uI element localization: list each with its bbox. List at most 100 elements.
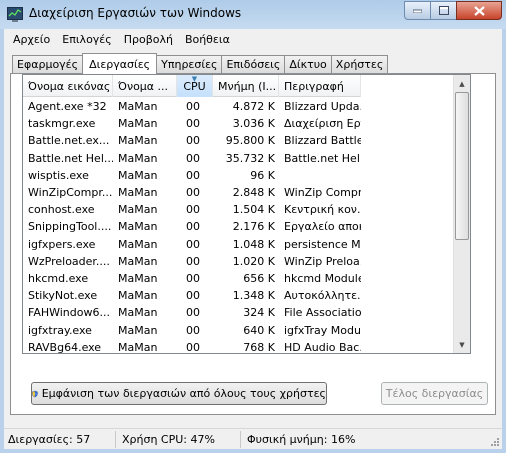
cell-image-name: hkcmd.exe	[28, 271, 89, 285]
cell-user-name: MaMan	[118, 323, 158, 337]
task-manager-icon	[7, 7, 23, 22]
cell-user-name: MaMan	[118, 203, 158, 217]
cell-memory: 35.732 K	[225, 151, 275, 165]
cell-memory: 95.800 K	[225, 134, 275, 148]
cell-user-name: MaMan	[118, 237, 158, 251]
table-row[interactable]: FAHWindow6... MaMan 00 324 K File Associatio…	[23, 304, 454, 321]
cell-user-name: MaMan	[118, 186, 158, 200]
cell-memory: 4.872 K	[232, 100, 275, 114]
cell-cpu: 00	[186, 203, 200, 217]
cell-cpu: 00	[186, 117, 200, 131]
show-all-processes-button[interactable]: Εμφάνιση των διεργασιών από όλους τους χ…	[31, 382, 327, 405]
scroll-down-icon[interactable]: ▼	[454, 336, 470, 353]
table-row[interactable]: igfxtray.exe MaMan 00 640 K igfxTray Module	[23, 321, 454, 338]
resize-grip-icon[interactable]	[489, 436, 500, 447]
list-header: Όνομα εικόνας Όνομα ... ▼ CPU Μνήμη (Ι..…	[23, 75, 361, 97]
end-process-button[interactable]: Τέλος διεργασίας	[381, 382, 488, 405]
menu-view[interactable]: Προβολή	[118, 33, 179, 46]
cell-memory: 1.348 K	[232, 289, 275, 303]
table-row[interactable]: SnippingTool.... MaMan 00 2.176 K Εργαλείο α…	[23, 218, 454, 235]
cell-memory: 2.176 K	[232, 220, 275, 234]
table-row[interactable]: StikyNot.exe MaMan 00 1.348 K Αυτοκόλλητε...	[23, 287, 454, 304]
tab-services[interactable]: Υπηρεσίες	[156, 55, 223, 73]
table-row[interactable]: Agent.exe *32 MaMan 00 4.872 K Blizzard Upda…	[23, 98, 454, 115]
close-button[interactable]	[456, 1, 502, 20]
scrollbar-thumb[interactable]	[455, 92, 469, 240]
cell-user-name: MaMan	[118, 340, 158, 354]
cell-cpu: 00	[186, 151, 200, 165]
minimize-button[interactable]	[404, 1, 431, 20]
table-row[interactable]: conhost.exe MaMan 00 1.504 K Κεντρική κον...	[23, 201, 454, 218]
menu-options[interactable]: Επιλογές	[56, 33, 117, 46]
title-bar[interactable]: Διαχείριση Εργασιών των Windows	[0, 0, 506, 29]
cell-user-name: MaMan	[118, 168, 158, 182]
cell-cpu: 00	[186, 186, 200, 200]
cell-description: hkcmd Module	[284, 271, 361, 285]
cell-image-name: Agent.exe *32	[28, 100, 107, 114]
process-list[interactable]: Όνομα εικόνας Όνομα ... ▼ CPU Μνήμη (Ι..…	[22, 74, 471, 354]
table-row[interactable]: WinZipCompr... MaMan 00 2.848 K WinZip Compr…	[23, 184, 454, 201]
cell-cpu: 00	[186, 134, 200, 148]
maximize-icon	[438, 6, 449, 15]
cell-image-name: WinZipCompr...	[28, 186, 113, 200]
table-row[interactable]: wisptis.exe MaMan 00 96 K	[23, 167, 454, 184]
table-row[interactable]: WzPreloader.... MaMan 00 1.020 K WinZip Prel…	[23, 253, 454, 270]
column-image-name[interactable]: Όνομα εικόνας	[23, 75, 113, 97]
task-manager-window: Διαχείριση Εργασιών των Windows Αρχείο Ε…	[0, 0, 506, 453]
table-row[interactable]: igfxpers.exe MaMan 00 1.048 K persistence M.…	[23, 236, 454, 253]
tab-processes[interactable]: Διεργασίες	[82, 53, 158, 74]
cell-description: WinZip Compr...	[284, 186, 361, 200]
cell-cpu: 00	[186, 289, 200, 303]
table-row[interactable]: Battle.net.ex... MaMan 00 95.800 K Blizzard …	[23, 132, 454, 149]
tab-users[interactable]: Χρήστες	[330, 55, 389, 73]
cell-description: Battle.net Hel...	[284, 151, 361, 165]
cell-image-name: wisptis.exe	[28, 168, 89, 182]
cell-cpu: 00	[186, 237, 200, 251]
cell-description: Κεντρική κον...	[284, 203, 361, 217]
cell-user-name: MaMan	[118, 306, 158, 320]
cell-memory: 96 K	[250, 168, 275, 182]
maximize-button[interactable]	[430, 1, 457, 20]
table-row[interactable]: Battle.net Hel... MaMan 00 35.732 K Battle.n…	[23, 150, 454, 167]
cell-cpu: 00	[186, 306, 200, 320]
scroll-up-icon[interactable]: ▲	[454, 75, 470, 92]
cell-image-name: Battle.net.ex...	[28, 134, 110, 148]
table-row[interactable]: RAVBg64.exe MaMan 00 768 K HD Audio Bac...	[23, 339, 454, 354]
tab-applications[interactable]: Εφαρμογές	[12, 55, 84, 73]
tab-networking[interactable]: Δίκτυο	[284, 55, 332, 73]
tab-strip: Εφαρμογές Διεργασίες Υπηρεσίες Επιδόσεις…	[12, 53, 389, 74]
cell-memory: 1.504 K	[232, 203, 275, 217]
cell-user-name: MaMan	[118, 151, 158, 165]
column-description[interactable]: Περιγραφή	[279, 75, 361, 97]
cell-description: HD Audio Bac...	[284, 340, 361, 354]
table-row[interactable]: hkcmd.exe MaMan 00 656 K hkcmd Module	[23, 270, 454, 287]
cell-memory: 324 K	[243, 306, 275, 320]
cell-user-name: MaMan	[118, 134, 158, 148]
vertical-scrollbar[interactable]: ▲ ▼	[453, 75, 470, 353]
cell-image-name: igfxpers.exe	[28, 237, 96, 251]
window-title: Διαχείριση Εργασιών των Windows	[29, 6, 242, 20]
cell-memory: 656 K	[243, 271, 275, 285]
cell-image-name: RAVBg64.exe	[28, 340, 102, 354]
status-processes: Διεργασίες: 57	[4, 430, 116, 448]
menu-help[interactable]: Βοήθεια	[179, 33, 236, 46]
cell-user-name: MaMan	[118, 254, 158, 268]
column-cpu[interactable]: ▼ CPU	[177, 75, 213, 97]
column-user-name[interactable]: Όνομα ...	[113, 75, 177, 97]
table-row[interactable]: taskmgr.exe MaMan 00 3.036 K Διαχείριση Εργ.…	[23, 115, 454, 132]
cell-image-name: FAHWindow6...	[28, 306, 110, 320]
cell-user-name: MaMan	[118, 289, 158, 303]
cell-memory: 3.036 K	[232, 117, 275, 131]
cell-memory: 1.048 K	[232, 237, 275, 251]
list-body: Agent.exe *32 MaMan 00 4.872 K Blizzard Upda…	[23, 98, 454, 354]
cell-cpu: 00	[186, 254, 200, 268]
cell-memory: 2.848 K	[232, 186, 275, 200]
cell-description: Blizzard Battle...	[284, 134, 361, 148]
column-memory[interactable]: Μνήμη (Ι...	[213, 75, 279, 97]
client-area: Αρχείο Επιλογές Προβολή Βοήθεια Εφαρμογέ…	[4, 29, 502, 449]
tab-performance[interactable]: Επιδόσεις	[221, 55, 286, 73]
sort-arrow-icon: ▼	[191, 75, 198, 83]
status-bar: Διεργασίες: 57 Χρήση CPU: 47% Φυσική μνή…	[4, 428, 502, 449]
cell-description: WinZip Preloa...	[284, 254, 361, 268]
menu-file[interactable]: Αρχείο	[4, 33, 56, 46]
